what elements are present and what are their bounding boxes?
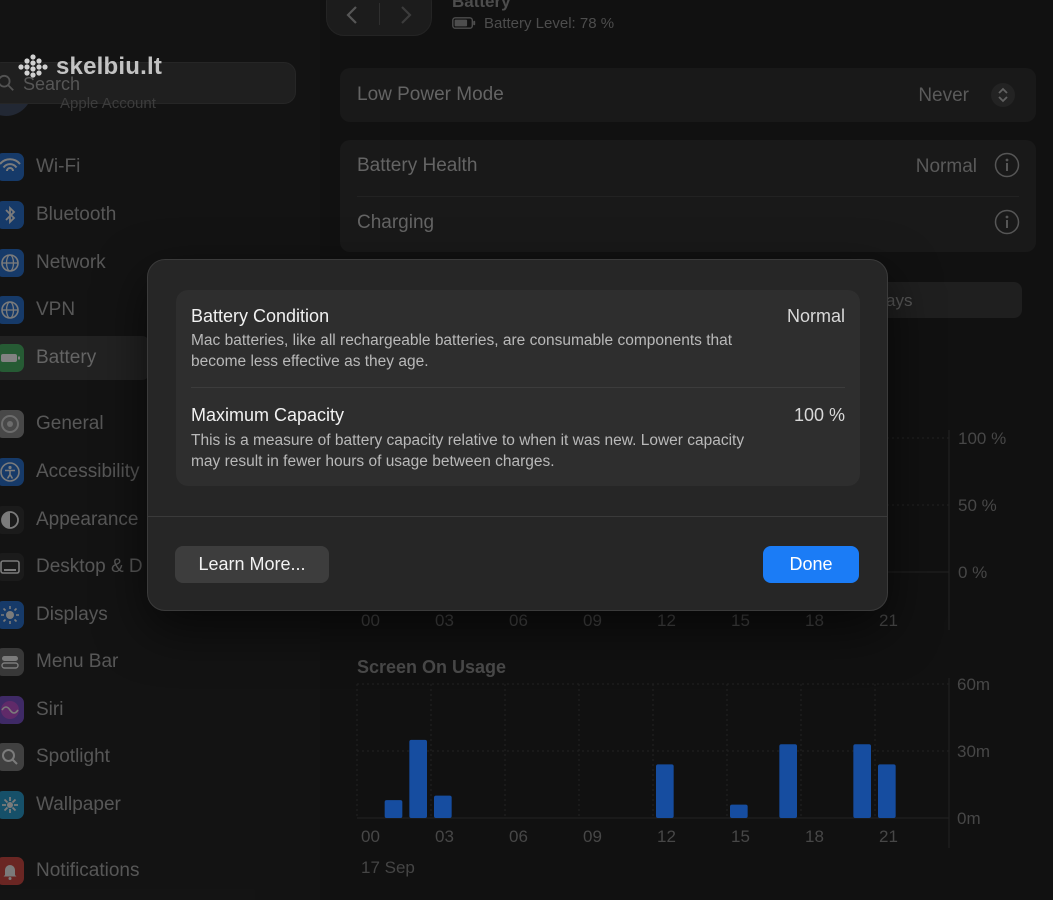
system-settings-window: Apple Account skelbiu.lt Wi-FiBluetoothN…	[0, 0, 1053, 900]
battery-condition-value: Normal	[786, 306, 845, 326]
maximum-capacity-description: This is a measure of battery capacity re…	[191, 432, 745, 470]
maximum-capacity-value: 100 %	[793, 405, 845, 425]
battery-health-details: Battery Condition Normal Mac batteries, …	[176, 290, 860, 486]
battery-health-sheet: Battery Condition Normal Mac batteries, …	[147, 259, 888, 611]
battery-condition-title: Battery Condition	[191, 306, 330, 326]
battery-condition-description: Mac batteries, like all rechargeable bat…	[191, 332, 733, 370]
details-divider	[191, 387, 845, 388]
maximum-capacity-title: Maximum Capacity	[191, 405, 345, 425]
footer-divider	[148, 516, 887, 517]
done-button[interactable]: Done	[763, 546, 859, 583]
learn-more-button[interactable]: Learn More...	[175, 546, 329, 583]
